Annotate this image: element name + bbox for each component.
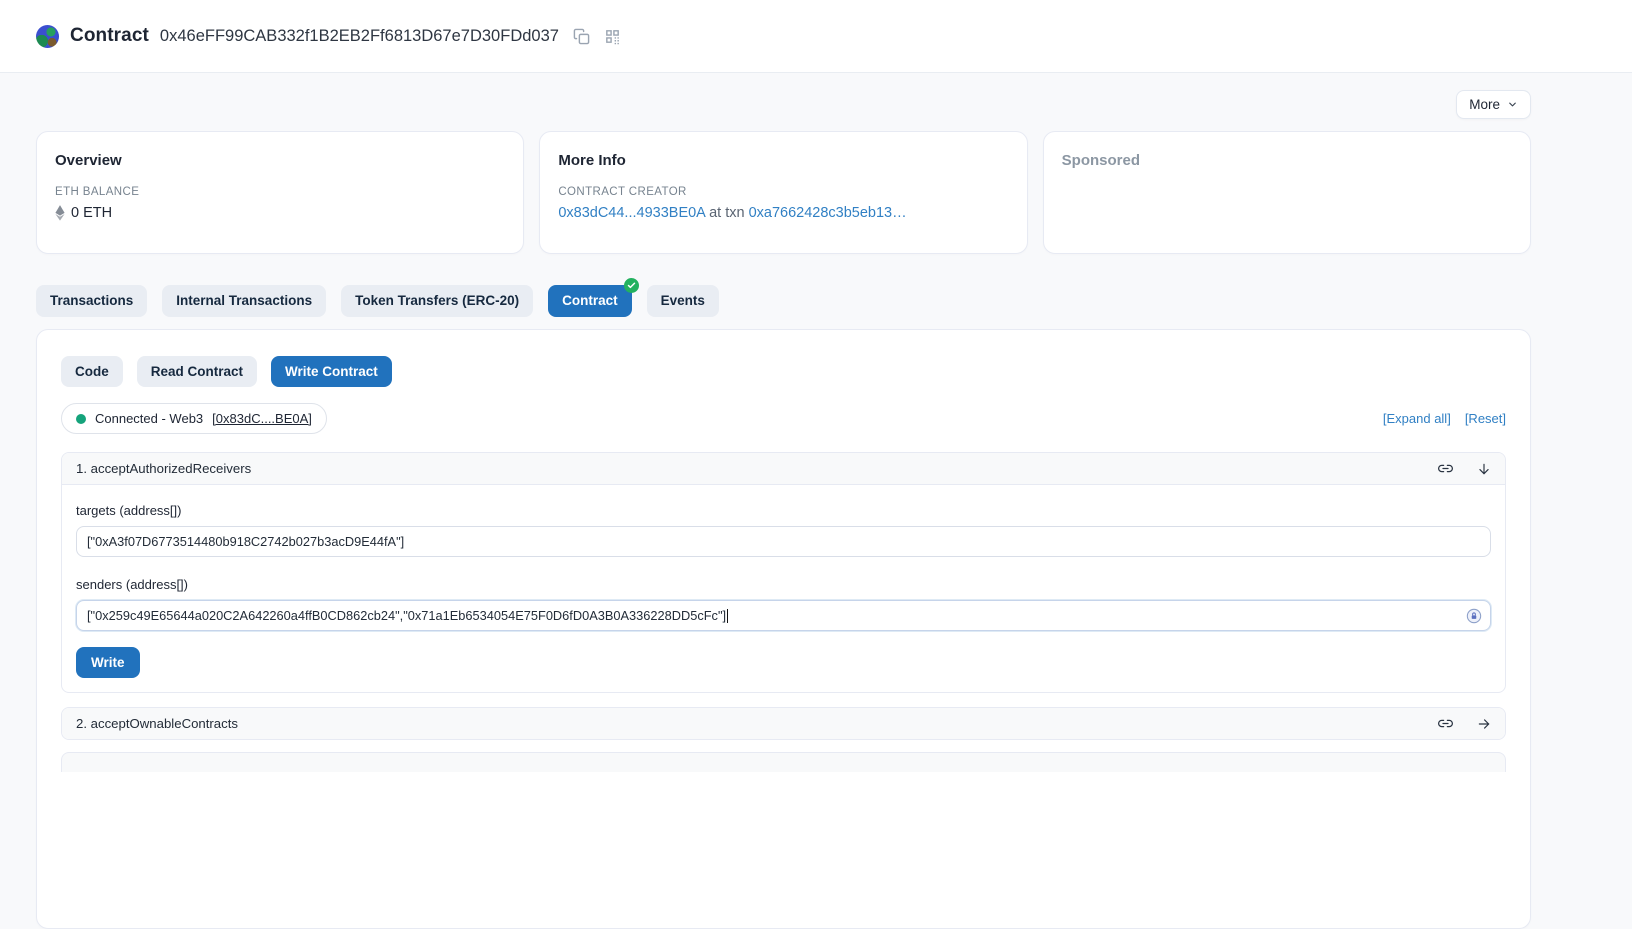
method-1-header[interactable]: 1. acceptAuthorizedReceivers	[62, 453, 1505, 484]
chevron-down-icon	[1507, 99, 1518, 110]
method-2-title: 2. acceptOwnableContracts	[76, 716, 238, 731]
subtab-read-contract[interactable]: Read Contract	[137, 356, 257, 388]
arrow-down-icon[interactable]	[1477, 462, 1491, 476]
connected-wallet-link[interactable]: [0x83dC....BE0A]	[212, 411, 312, 426]
contract-creator-label: CONTRACT CREATOR	[558, 186, 1008, 198]
eth-balance-label: ETH BALANCE	[55, 186, 505, 198]
link-icon[interactable]	[1438, 716, 1453, 731]
method-item-2: 2. acceptOwnableContracts	[61, 707, 1506, 740]
overview-card: Overview ETH BALANCE 0 ETH	[36, 131, 524, 254]
tab-transactions[interactable]: Transactions	[36, 285, 147, 317]
subtab-code[interactable]: Code	[61, 356, 123, 388]
wallet-connection-badge: Connected - Web3 [0x83dC....BE0A]	[61, 403, 327, 434]
senders-field-label: senders (address[])	[76, 577, 1491, 592]
verified-check-icon	[624, 278, 639, 293]
method-2-header[interactable]: 2. acceptOwnableContracts	[62, 708, 1505, 739]
reset-link[interactable]: [Reset]	[1465, 411, 1506, 426]
lock-icon[interactable]	[1466, 608, 1482, 624]
page-title: Contract	[70, 25, 149, 47]
tab-token-transfers[interactable]: Token Transfers (ERC-20)	[341, 285, 533, 317]
contract-panel: Code Read Contract Write Contract Connec…	[36, 329, 1531, 929]
tab-events[interactable]: Events	[647, 285, 719, 317]
eth-balance-value: 0 ETH	[71, 205, 112, 221]
info-cards: Overview ETH BALANCE 0 ETH More Info CON…	[36, 131, 1531, 254]
page-header: Contract 0x46eFF99CAB332f1B2EB2Ff6813D67…	[0, 0, 1632, 73]
sponsored-title: Sponsored	[1062, 152, 1512, 169]
arrow-right-icon[interactable]	[1477, 717, 1491, 731]
link-icon[interactable]	[1438, 461, 1453, 476]
copy-icon	[573, 28, 590, 45]
creation-txn-link[interactable]: 0xa7662428c3b5eb13…	[749, 205, 907, 221]
text-cursor	[727, 609, 728, 623]
more-info-card: More Info CONTRACT CREATOR 0x83dC44...49…	[539, 131, 1027, 254]
eth-icon	[55, 205, 65, 221]
qr-code-button[interactable]	[604, 28, 621, 45]
more-dropdown-button[interactable]: More	[1456, 90, 1531, 119]
connection-status-text: Connected - Web3	[95, 411, 203, 426]
contract-identicon	[36, 25, 59, 48]
targets-input-value: ["0xA3f07D6773514480b918C2742b027b3acD9E…	[87, 534, 404, 549]
more-info-title: More Info	[558, 152, 1008, 169]
targets-input[interactable]: ["0xA3f07D6773514480b918C2742b027b3acD9E…	[76, 526, 1491, 557]
method-item-1: 1. acceptAuthorizedReceivers targets (ad…	[61, 452, 1506, 693]
tab-contract-label: Contract	[562, 293, 618, 308]
entity-tabs: Transactions Internal Transactions Token…	[36, 285, 1531, 317]
copy-address-button[interactable]	[573, 28, 590, 45]
expand-all-link[interactable]: [Expand all]	[1383, 411, 1451, 426]
targets-field-label: targets (address[])	[76, 503, 1491, 518]
subtab-write-contract[interactable]: Write Contract	[271, 356, 392, 388]
method-1-title: 1. acceptAuthorizedReceivers	[76, 461, 251, 476]
tab-internal-transactions[interactable]: Internal Transactions	[162, 285, 326, 317]
senders-input[interactable]: ["0x259c49E65644a020C2A642260a4ffB0CD862…	[76, 600, 1491, 631]
contract-address: 0x46eFF99CAB332f1B2EB2Ff6813D67e7D30FDd0…	[160, 27, 559, 46]
overview-title: Overview	[55, 152, 505, 169]
tab-contract[interactable]: Contract	[548, 285, 632, 317]
senders-input-value: ["0x259c49E65644a020C2A642260a4ffB0CD862…	[87, 608, 726, 623]
more-label: More	[1469, 97, 1500, 112]
sponsored-card: Sponsored	[1043, 131, 1531, 254]
method-item-partial	[61, 752, 1506, 772]
connected-status-dot	[76, 414, 86, 424]
qr-code-icon	[604, 28, 621, 45]
write-button[interactable]: Write	[76, 647, 140, 678]
creator-connector-text: at txn	[709, 205, 744, 221]
contract-subtabs: Code Read Contract Write Contract	[61, 356, 1506, 388]
creator-address-link[interactable]: 0x83dC44...4933BE0A	[558, 205, 705, 221]
